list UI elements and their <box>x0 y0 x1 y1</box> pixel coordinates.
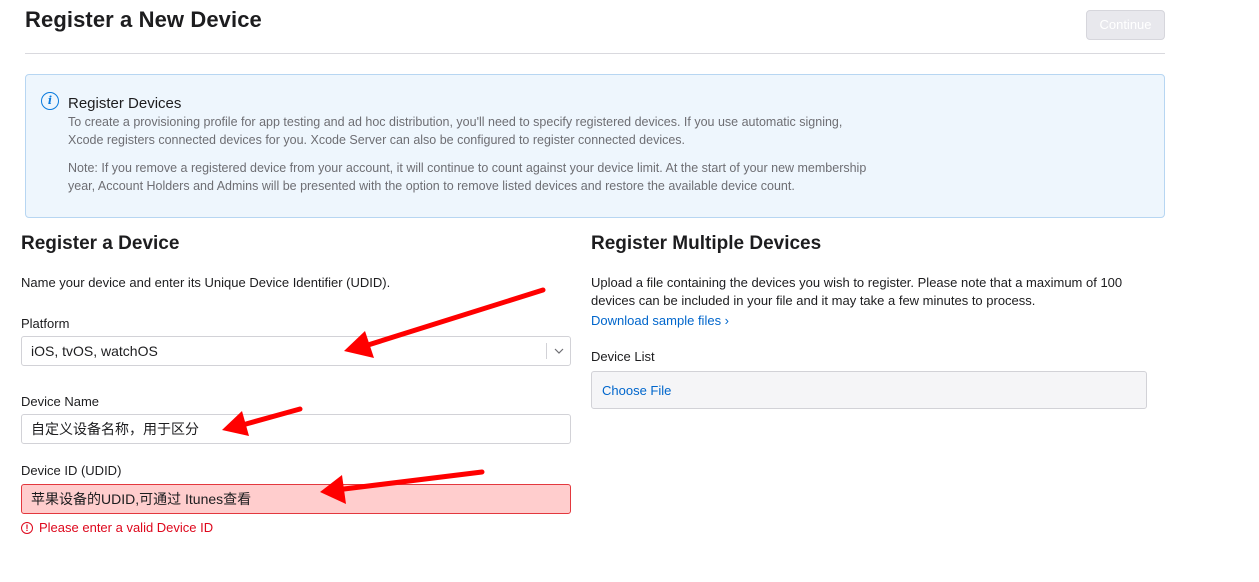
device-id-value: 苹果设备的UDID,可通过 Itunes查看 <box>31 491 252 507</box>
info-note: Note: If you remove a registered device … <box>68 161 867 193</box>
info-paragraph: To create a provisioning profile for app… <box>68 115 843 147</box>
select-divider <box>546 343 547 359</box>
info-icon: i <box>41 92 59 110</box>
error-text: Please enter a valid Device ID <box>39 520 214 535</box>
page-title: Register a New Device <box>25 7 262 32</box>
device-id-error: ! Please enter a valid Device ID <box>21 520 213 535</box>
device-name-input[interactable]: 自定义设备名称，用于区分 <box>21 414 571 444</box>
platform-label: Platform <box>21 316 70 331</box>
register-device-description: Name your device and enter its Unique De… <box>21 275 391 290</box>
header-divider <box>25 53 1165 54</box>
device-id-label: Device ID (UDID) <box>21 463 122 478</box>
choose-file-button[interactable]: Choose File <box>602 383 671 398</box>
register-device-title: Register a Device <box>21 233 180 254</box>
device-name-label: Device Name <box>21 394 100 409</box>
device-list-label: Device List <box>591 349 655 364</box>
continue-button[interactable]: Continue <box>1086 10 1165 40</box>
download-sample-link[interactable]: Download sample files › <box>591 313 729 328</box>
device-list-file-input[interactable]: Choose File <box>591 371 1147 409</box>
platform-select[interactable]: iOS, tvOS, watchOS <box>21 336 571 366</box>
platform-select-value: iOS, tvOS, watchOS <box>31 343 158 359</box>
info-title: Register Devices <box>68 95 182 112</box>
device-id-input[interactable]: 苹果设备的UDID,可通过 Itunes查看 <box>21 484 571 514</box>
error-icon: ! <box>21 521 33 534</box>
register-multiple-description: Upload a file containing the devices you… <box>591 275 1123 308</box>
chevron-down-icon <box>554 340 564 373</box>
info-banner: i Register Devices To create a provision… <box>25 74 1165 218</box>
register-multiple-title: Register Multiple Devices <box>591 233 822 254</box>
device-name-value: 自定义设备名称，用于区分 <box>31 421 199 437</box>
